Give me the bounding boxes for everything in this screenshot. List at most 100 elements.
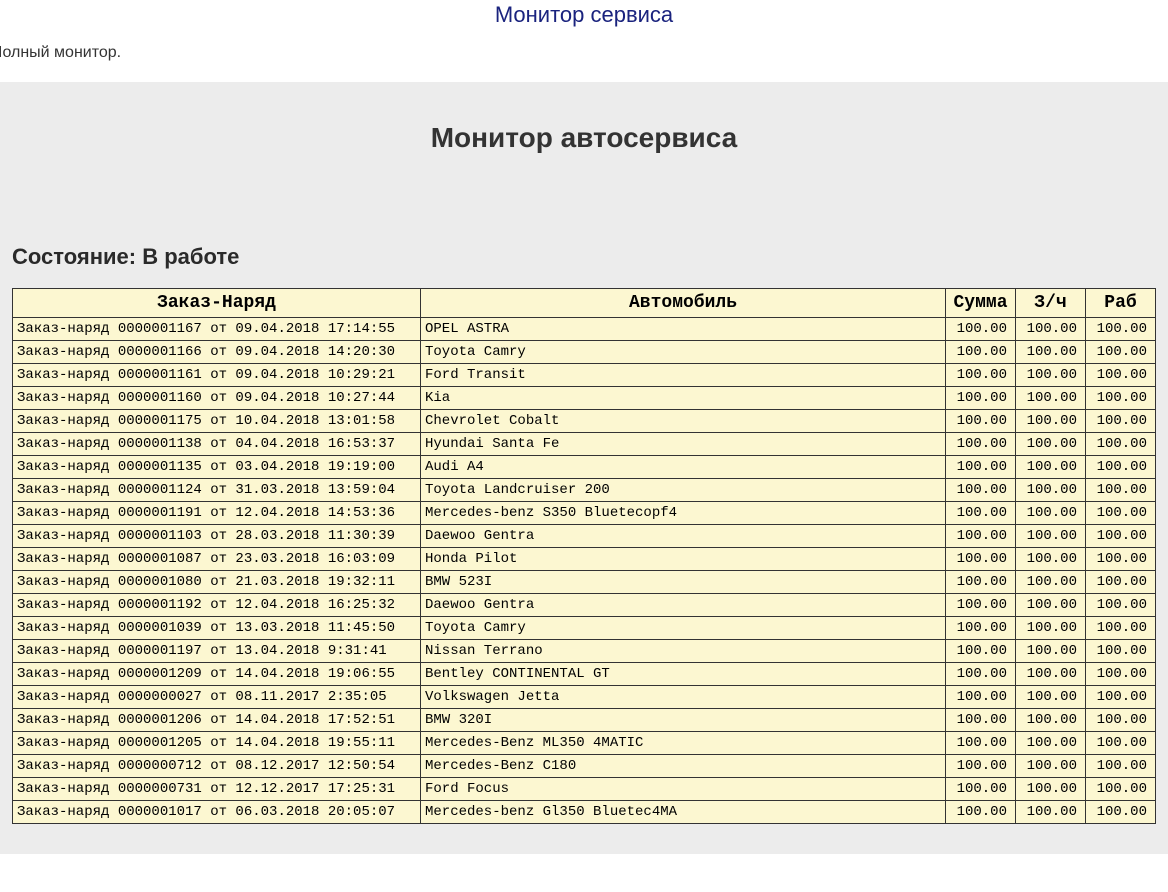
cell-zch: 100.00: [1016, 778, 1086, 801]
cell-rab: 100.00: [1086, 318, 1156, 341]
cell-sum: 100.00: [946, 525, 1016, 548]
cell-vehicle: Hyundai Santa Fe: [421, 433, 946, 456]
cell-zch: 100.00: [1016, 755, 1086, 778]
cell-sum: 100.00: [946, 663, 1016, 686]
header-zch: З/ч: [1016, 289, 1086, 318]
cell-rab: 100.00: [1086, 709, 1156, 732]
cell-rab: 100.00: [1086, 778, 1156, 801]
cell-order: Заказ-наряд 0000001191 от 12.04.2018 14:…: [13, 502, 421, 525]
cell-rab: 100.00: [1086, 617, 1156, 640]
cell-vehicle: BMW 320I: [421, 709, 946, 732]
cell-sum: 100.00: [946, 318, 1016, 341]
cell-sum: 100.00: [946, 617, 1016, 640]
cell-order: Заказ-наряд 0000001161 от 09.04.2018 10:…: [13, 364, 421, 387]
cell-order: Заказ-наряд 0000000712 от 08.12.2017 12:…: [13, 755, 421, 778]
cell-zch: 100.00: [1016, 686, 1086, 709]
cell-sum: 100.00: [946, 778, 1016, 801]
table-row: Заказ-наряд 0000001192 от 12.04.2018 16:…: [13, 594, 1156, 617]
table-row: Заказ-наряд 0000001080 от 21.03.2018 19:…: [13, 571, 1156, 594]
content-area: Монитор автосервиса Состояние: В работе …: [0, 82, 1168, 854]
cell-zch: 100.00: [1016, 433, 1086, 456]
cell-sum: 100.00: [946, 341, 1016, 364]
cell-vehicle: Ford Transit: [421, 364, 946, 387]
cell-order: Заказ-наряд 0000000027 от 08.11.2017 2:3…: [13, 686, 421, 709]
header-vehicle: Автомобиль: [421, 289, 946, 318]
cell-sum: 100.00: [946, 640, 1016, 663]
cell-rab: 100.00: [1086, 341, 1156, 364]
table-row: Заказ-наряд 0000001197 от 13.04.2018 9:3…: [13, 640, 1156, 663]
cell-zch: 100.00: [1016, 410, 1086, 433]
cell-rab: 100.00: [1086, 364, 1156, 387]
table-row: Заказ-наряд 0000001205 от 14.04.2018 19:…: [13, 732, 1156, 755]
cell-order: Заказ-наряд 0000001166 от 09.04.2018 14:…: [13, 341, 421, 364]
cell-vehicle: Mercedes-benz S350 Bluetecopf4: [421, 502, 946, 525]
cell-rab: 100.00: [1086, 801, 1156, 824]
page-subtitle: Іолный монитор.: [0, 36, 1168, 82]
cell-order: Заказ-наряд 0000001175 от 10.04.2018 13:…: [13, 410, 421, 433]
cell-vehicle: Kia: [421, 387, 946, 410]
table-row: Заказ-наряд 0000001087 от 23.03.2018 16:…: [13, 548, 1156, 571]
cell-zch: 100.00: [1016, 456, 1086, 479]
cell-vehicle: Toyota Camry: [421, 617, 946, 640]
cell-zch: 100.00: [1016, 801, 1086, 824]
table-row: Заказ-наряд 0000001206 от 14.04.2018 17:…: [13, 709, 1156, 732]
cell-vehicle: Bentley CONTINENTAL GT: [421, 663, 946, 686]
table-row: Заказ-наряд 0000000731 от 12.12.2017 17:…: [13, 778, 1156, 801]
cell-sum: 100.00: [946, 479, 1016, 502]
cell-order: Заказ-наряд 0000001160 от 09.04.2018 10:…: [13, 387, 421, 410]
cell-zch: 100.00: [1016, 548, 1086, 571]
cell-vehicle: Daewoo Gentra: [421, 594, 946, 617]
cell-order: Заказ-наряд 0000001080 от 21.03.2018 19:…: [13, 571, 421, 594]
cell-vehicle: Audi A4: [421, 456, 946, 479]
cell-vehicle: Toyota Landcruiser 200: [421, 479, 946, 502]
cell-sum: 100.00: [946, 364, 1016, 387]
cell-sum: 100.00: [946, 755, 1016, 778]
cell-sum: 100.00: [946, 801, 1016, 824]
cell-rab: 100.00: [1086, 387, 1156, 410]
cell-order: Заказ-наряд 0000001039 от 13.03.2018 11:…: [13, 617, 421, 640]
table-row: Заказ-наряд 0000001124 от 31.03.2018 13:…: [13, 479, 1156, 502]
cell-order: Заказ-наряд 0000001124 от 31.03.2018 13:…: [13, 479, 421, 502]
orders-table: Заказ-Наряд Автомобиль Сумма З/ч Раб Зак…: [12, 288, 1156, 824]
cell-vehicle: Nissan Terrano: [421, 640, 946, 663]
cell-sum: 100.00: [946, 502, 1016, 525]
cell-rab: 100.00: [1086, 594, 1156, 617]
cell-zch: 100.00: [1016, 387, 1086, 410]
cell-vehicle: Daewoo Gentra: [421, 525, 946, 548]
cell-zch: 100.00: [1016, 732, 1086, 755]
table-row: Заказ-наряд 0000000712 от 08.12.2017 12:…: [13, 755, 1156, 778]
cell-zch: 100.00: [1016, 640, 1086, 663]
table-row: Заказ-наряд 0000001209 от 14.04.2018 19:…: [13, 663, 1156, 686]
table-row: Заказ-наряд 0000001017 от 06.03.2018 20:…: [13, 801, 1156, 824]
cell-order: Заказ-наряд 0000001205 от 14.04.2018 19:…: [13, 732, 421, 755]
table-row: Заказ-наряд 0000000027 от 08.11.2017 2:3…: [13, 686, 1156, 709]
cell-zch: 100.00: [1016, 617, 1086, 640]
cell-rab: 100.00: [1086, 640, 1156, 663]
cell-zch: 100.00: [1016, 364, 1086, 387]
cell-rab: 100.00: [1086, 732, 1156, 755]
cell-zch: 100.00: [1016, 502, 1086, 525]
cell-rab: 100.00: [1086, 502, 1156, 525]
table-row: Заказ-наряд 0000001161 от 09.04.2018 10:…: [13, 364, 1156, 387]
cell-rab: 100.00: [1086, 433, 1156, 456]
table-row: Заказ-наряд 0000001103 от 28.03.2018 11:…: [13, 525, 1156, 548]
cell-zch: 100.00: [1016, 709, 1086, 732]
cell-order: Заказ-наряд 0000001087 от 23.03.2018 16:…: [13, 548, 421, 571]
cell-vehicle: Chevrolet Cobalt: [421, 410, 946, 433]
cell-sum: 100.00: [946, 594, 1016, 617]
cell-vehicle: OPEL ASTRA: [421, 318, 946, 341]
cell-sum: 100.00: [946, 456, 1016, 479]
cell-rab: 100.00: [1086, 571, 1156, 594]
monitor-title: Монитор автосервиса: [0, 122, 1168, 154]
cell-zch: 100.00: [1016, 571, 1086, 594]
cell-vehicle: Mercedes-benz Gl350 Bluetec4MA: [421, 801, 946, 824]
cell-order: Заказ-наряд 0000001138 от 04.04.2018 16:…: [13, 433, 421, 456]
status-title: Состояние: В работе: [12, 244, 1168, 270]
cell-sum: 100.00: [946, 571, 1016, 594]
header-order: Заказ-Наряд: [13, 289, 421, 318]
table-header-row: Заказ-Наряд Автомобиль Сумма З/ч Раб: [13, 289, 1156, 318]
cell-rab: 100.00: [1086, 410, 1156, 433]
table-row: Заказ-наряд 0000001039 от 13.03.2018 11:…: [13, 617, 1156, 640]
cell-sum: 100.00: [946, 686, 1016, 709]
table-row: Заказ-наряд 0000001138 от 04.04.2018 16:…: [13, 433, 1156, 456]
